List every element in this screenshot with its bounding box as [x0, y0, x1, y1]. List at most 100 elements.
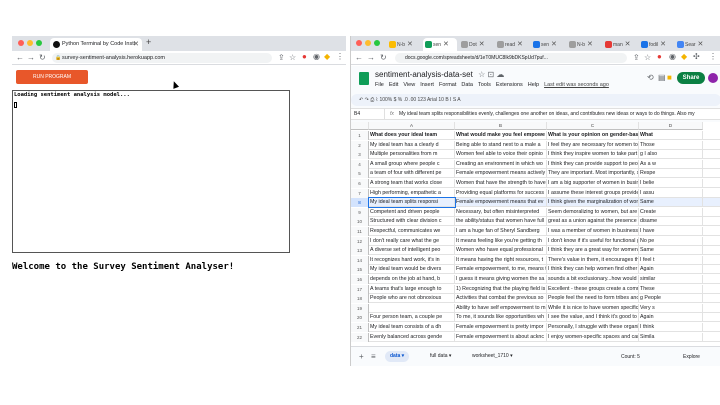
- table-cell[interactable]: sounds a bit exclusionary...how would yo…: [547, 275, 639, 284]
- table-cell[interactable]: Women who have equal professional: [455, 246, 547, 256]
- browser-tab[interactable]: Sear ✕: [675, 38, 709, 51]
- share-button[interactable]: Share: [677, 72, 705, 84]
- close-tab-icon[interactable]: ✕: [405, 41, 413, 48]
- puzzle-icon[interactable]: ✣: [693, 53, 700, 61]
- sheet-tab[interactable]: data ▾: [385, 351, 410, 362]
- add-sheet-icon[interactable]: +: [359, 353, 364, 361]
- table-cell[interactable]: Create: [639, 207, 703, 217]
- maximize-window-icon[interactable]: [374, 40, 380, 46]
- table-cell[interactable]: They are important. Most importantly, se…: [547, 169, 639, 179]
- bookmark-star-icon[interactable]: ☆: [644, 54, 651, 62]
- table-cell[interactable]: What is your opinion on gender-based: [547, 131, 639, 140]
- table-cell[interactable]: People feel the need to form tribes and …: [547, 294, 639, 304]
- table-cell[interactable]: I think they can help women find other w…: [547, 265, 639, 275]
- table-cell[interactable]: Seem demoralizing to women, but are nec: [547, 207, 639, 217]
- table-row[interactable]: 8 My ideal team splits responsi Female emp…: [351, 197, 720, 209]
- minimize-window-icon[interactable]: [27, 40, 33, 46]
- table-row[interactable]: 9 Competent and driven people Necessary, b…: [351, 207, 720, 217]
- table-cell[interactable]: Female empowerment means that ev: [455, 198, 547, 208]
- count-indicator[interactable]: Count: 5: [621, 354, 640, 360]
- table-cell[interactable]: Female empowerment is pretty impor: [455, 323, 547, 332]
- table-row[interactable]: 1 What does your ideal team What would mak…: [351, 131, 720, 140]
- close-tab-icon[interactable]: ✕: [441, 41, 449, 48]
- menu-item[interactable]: Edit: [389, 82, 398, 88]
- table-row[interactable]: 10 Structured with clear division c the ab…: [351, 217, 720, 227]
- table-row[interactable]: 15 My ideal team would be divers Female em…: [351, 265, 720, 275]
- menu-icon[interactable]: ⋮: [336, 53, 344, 61]
- reload-icon[interactable]: ↻: [380, 54, 387, 62]
- table-cell[interactable]: These: [639, 284, 703, 294]
- table-row[interactable]: 19 Ability to have self empowerment to mW…: [351, 303, 720, 313]
- share-icon[interactable]: ⇪: [278, 54, 285, 62]
- maximize-window-icon[interactable]: [36, 40, 42, 46]
- table-cell[interactable]: Female empowerment means actively: [455, 169, 547, 179]
- reload-icon[interactable]: ↻: [39, 54, 46, 62]
- table-row[interactable]: 3 Multiple personalities from m Women feel…: [351, 150, 720, 160]
- star-icon[interactable]: ☆: [478, 71, 485, 79]
- terminal[interactable]: Loading sentiment analysis model...: [12, 90, 290, 253]
- row-number[interactable]: 17: [351, 284, 369, 294]
- back-icon[interactable]: ←: [355, 54, 363, 62]
- table-cell[interactable]: I think: [639, 323, 703, 332]
- browser-tab[interactable]: Dot ✕: [459, 38, 493, 51]
- table-cell[interactable]: g People: [639, 294, 703, 304]
- close-tab-icon[interactable]: ✕: [549, 41, 557, 48]
- close-window-icon[interactable]: [356, 40, 362, 46]
- table-cell[interactable]: I have: [639, 227, 703, 236]
- all-sheets-icon[interactable]: ≡: [371, 353, 376, 361]
- row-number[interactable]: 10: [351, 217, 369, 227]
- table-cell[interactable]: a team of four with different pe: [369, 169, 455, 179]
- browser-tab[interactable]: man ✕: [603, 38, 637, 51]
- table-row[interactable]: 22 Evenly balanced across gende Female emp…: [351, 332, 720, 342]
- table-cell[interactable]: My ideal team has a clearly d: [369, 140, 455, 150]
- table-cell[interactable]: I don't really care what the ge: [369, 236, 455, 246]
- table-row[interactable]: 21 My ideal team consists of a dh Female e…: [351, 323, 720, 332]
- row-number[interactable]: 19: [351, 303, 369, 313]
- table-row[interactable]: 18 People who are not obnoxious Activities…: [351, 294, 720, 304]
- menu-item[interactable]: Format: [439, 82, 456, 88]
- spreadsheet-grid[interactable]: A B C D 1 What does your ideal team What would…: [351, 122, 720, 346]
- avatar[interactable]: [708, 73, 718, 83]
- table-cell[interactable]: 1) Recognizing that the playing field is: [455, 284, 547, 294]
- table-cell[interactable]: Again: [639, 265, 703, 275]
- table-cell[interactable]: Four person team, a couple pe: [369, 313, 455, 323]
- extension-icon-3[interactable]: ◆: [681, 53, 687, 61]
- table-cell[interactable]: I enjoy women-specific spaces and cannot: [547, 332, 639, 342]
- row-number[interactable]: 3: [351, 150, 369, 160]
- table-cell[interactable]: I am a big supporter of women in busines…: [547, 179, 639, 188]
- extension-icon[interactable]: ●: [657, 53, 662, 61]
- table-cell[interactable]: similar: [639, 275, 703, 284]
- back-icon[interactable]: ←: [16, 54, 24, 62]
- table-cell[interactable]: the ability/status that women have full: [455, 217, 547, 227]
- close-tab-icon[interactable]: ✕: [658, 41, 666, 48]
- row-number[interactable]: 12: [351, 236, 369, 246]
- table-cell[interactable]: Activities that combat the previous so: [455, 294, 547, 304]
- menu-icon[interactable]: ⋮: [709, 53, 717, 61]
- meet-icon[interactable]: ■: [667, 74, 672, 82]
- redo-icon[interactable]: ↷: [365, 97, 369, 103]
- table-cell[interactable]: It means feeling like you're getting th: [455, 236, 547, 246]
- close-tab-icon[interactable]: ✕: [585, 41, 593, 48]
- table-cell[interactable]: Competent and driven people: [369, 207, 455, 217]
- menu-item[interactable]: Extensions: [496, 82, 523, 88]
- table-cell[interactable]: A diverse set of intelligent peo: [369, 246, 455, 256]
- comment-icon[interactable]: ▤: [658, 74, 666, 82]
- table-cell[interactable]: Very s: [639, 303, 703, 313]
- table-cell[interactable]: disame: [639, 217, 703, 227]
- table-cell[interactable]: Simila: [639, 332, 703, 342]
- row-number[interactable]: 14: [351, 255, 369, 265]
- table-cell[interactable]: My ideal team would be divers: [369, 265, 455, 275]
- table-cell[interactable]: Excellent - these groups create a commun: [547, 284, 639, 294]
- close-tab-icon[interactable]: ✕: [515, 41, 523, 48]
- close-tab-icon[interactable]: ✕: [133, 38, 139, 51]
- table-cell[interactable]: People who are not obnoxious: [369, 294, 455, 304]
- row-number[interactable]: 13: [351, 246, 369, 256]
- row-number[interactable]: 4: [351, 159, 369, 169]
- table-row[interactable]: 4A small group where people c Creating an…: [351, 159, 720, 169]
- table-row[interactable]: 20 Four person team, a couple pe To me, it…: [351, 313, 720, 323]
- menu-item[interactable]: Help: [528, 82, 539, 88]
- explore-button[interactable]: Explore: [683, 354, 700, 360]
- table-cell[interactable]: Those: [639, 140, 703, 150]
- row-number[interactable]: 20: [351, 313, 369, 323]
- extension-icon-2[interactable]: ◉: [669, 53, 676, 61]
